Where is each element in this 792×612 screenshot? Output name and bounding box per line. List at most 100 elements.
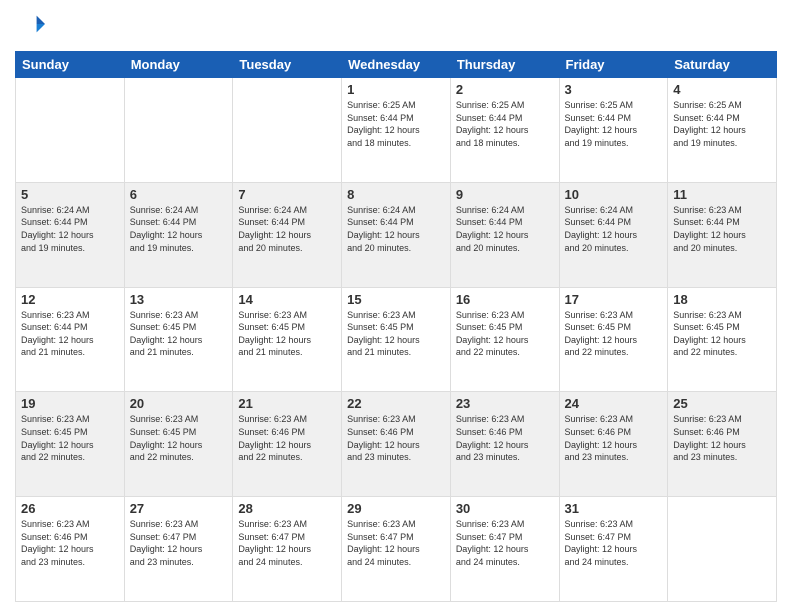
calendar-day-cell: 31 Sunrise: 6:23 AM Sunset: 6:47 PM Dayli…: [559, 497, 668, 602]
day-info: Sunrise: 6:25 AM Sunset: 6:44 PM Dayligh…: [456, 99, 554, 149]
calendar-day-cell: 30 Sunrise: 6:23 AM Sunset: 6:47 PM Dayli…: [450, 497, 559, 602]
day-info: Sunrise: 6:25 AM Sunset: 6:44 PM Dayligh…: [565, 99, 663, 149]
calendar-day-header: Friday: [559, 52, 668, 78]
day-info: Sunrise: 6:23 AM Sunset: 6:44 PM Dayligh…: [21, 309, 119, 359]
calendar-day-cell: 20Sunrise: 6:23 AM Sunset: 6:45 PM Dayli…: [124, 392, 233, 497]
day-number: 29: [347, 501, 445, 516]
calendar-day-cell: 3 Sunrise: 6:25 AM Sunset: 6:44 PM Daylig…: [559, 78, 668, 183]
day-number: 12: [21, 292, 119, 307]
calendar-day-cell: 18 Sunrise: 6:23 AM Sunset: 6:45 PM Dayli…: [668, 287, 777, 392]
day-number: 30: [456, 501, 554, 516]
day-number: 6: [130, 187, 228, 202]
calendar-week-row: 12 Sunrise: 6:23 AM Sunset: 6:44 PM Dayli…: [16, 287, 777, 392]
calendar-day-cell: [16, 78, 125, 183]
calendar-day-cell: 27 Sunrise: 6:23 AM Sunset: 6:47 PM Dayli…: [124, 497, 233, 602]
day-info: Sunrise: 6:23 AM Sunset: 6:45 PM Dayligh…: [130, 309, 228, 359]
logo: [15, 10, 45, 43]
calendar-day-cell: [233, 78, 342, 183]
calendar-day-cell: 26 Sunrise: 6:23 AM Sunset: 6:46 PM Dayli…: [16, 497, 125, 602]
day-info: Sunrise: 6:23 AM Sunset: 6:47 PM Dayligh…: [565, 518, 663, 568]
day-info: Sunrise: 6:25 AM Sunset: 6:44 PM Dayligh…: [347, 99, 445, 149]
calendar-day-cell: 9 Sunrise: 6:24 AM Sunset: 6:44 PM Daylig…: [450, 182, 559, 287]
day-number: 23: [456, 396, 554, 411]
calendar-week-row: 19 Sunrise: 6:23 AM Sunset: 6:45 PM Dayli…: [16, 392, 777, 497]
calendar-day-cell: 24 Sunrise: 6:23 AM Sunset: 6:46 PM Dayli…: [559, 392, 668, 497]
calendar-day-cell: 28Sunrise: 6:23 AM Sunset: 6:47 PM Dayli…: [233, 497, 342, 602]
day-number: 3: [565, 82, 663, 97]
day-info: Sunrise: 6:23 AM Sunset: 6:46 PM Dayligh…: [565, 413, 663, 463]
calendar-day-cell: 7 Sunrise: 6:24 AM Sunset: 6:44 PM Daylig…: [233, 182, 342, 287]
calendar-day-cell: [668, 497, 777, 602]
day-info: Sunrise: 6:23 AM Sunset: 6:45 PM Dayligh…: [456, 309, 554, 359]
calendar-week-row: 26 Sunrise: 6:23 AM Sunset: 6:46 PM Dayli…: [16, 497, 777, 602]
day-info: Sunrise: 6:23 AM Sunset: 6:45 PM Dayligh…: [673, 309, 771, 359]
calendar-day-header: Monday: [124, 52, 233, 78]
day-info: Sunrise: 6:24 AM Sunset: 6:44 PM Dayligh…: [21, 204, 119, 254]
calendar-day-cell: 19 Sunrise: 6:23 AM Sunset: 6:45 PM Dayli…: [16, 392, 125, 497]
page: SundayMondayTuesdayWednesdayThursdayFrid…: [0, 0, 792, 612]
day-number: 19: [21, 396, 119, 411]
day-info: Sunrise: 6:23 AM Sunset: 6:46 PM Dayligh…: [21, 518, 119, 568]
day-info: Sunrise: 6:23 AM Sunset: 6:46 PM Dayligh…: [456, 413, 554, 463]
day-number: 1: [347, 82, 445, 97]
day-info: Sunrise: 6:23 AM Sunset: 6:45 PM Dayligh…: [238, 309, 336, 359]
calendar-day-cell: 22 Sunrise: 6:23 AM Sunset: 6:46 PM Dayli…: [342, 392, 451, 497]
day-info: Sunrise: 6:24 AM Sunset: 6:44 PM Dayligh…: [456, 204, 554, 254]
day-info: Sunrise: 6:23 AM Sunset: 6:44 PM Dayligh…: [673, 204, 771, 254]
day-number: 8: [347, 187, 445, 202]
day-number: 21: [238, 396, 336, 411]
day-number: 17: [565, 292, 663, 307]
calendar-day-cell: 15Sunrise: 6:23 AM Sunset: 6:45 PM Dayli…: [342, 287, 451, 392]
day-number: 11: [673, 187, 771, 202]
calendar-week-row: 5Sunrise: 6:24 AM Sunset: 6:44 PM Daylig…: [16, 182, 777, 287]
calendar-day-cell: 6Sunrise: 6:24 AM Sunset: 6:44 PM Daylig…: [124, 182, 233, 287]
calendar-day-header: Tuesday: [233, 52, 342, 78]
day-number: 13: [130, 292, 228, 307]
calendar-day-header: Wednesday: [342, 52, 451, 78]
day-info: Sunrise: 6:25 AM Sunset: 6:44 PM Dayligh…: [673, 99, 771, 149]
day-info: Sunrise: 6:23 AM Sunset: 6:47 PM Dayligh…: [456, 518, 554, 568]
day-info: Sunrise: 6:23 AM Sunset: 6:46 PM Dayligh…: [673, 413, 771, 463]
day-number: 7: [238, 187, 336, 202]
day-number: 14: [238, 292, 336, 307]
day-number: 4: [673, 82, 771, 97]
calendar-day-header: Thursday: [450, 52, 559, 78]
day-number: 22: [347, 396, 445, 411]
calendar-day-cell: 13 Sunrise: 6:23 AM Sunset: 6:45 PM Dayli…: [124, 287, 233, 392]
day-number: 24: [565, 396, 663, 411]
day-number: 25: [673, 396, 771, 411]
calendar-day-cell: 12 Sunrise: 6:23 AM Sunset: 6:44 PM Dayli…: [16, 287, 125, 392]
day-number: 26: [21, 501, 119, 516]
day-info: Sunrise: 6:23 AM Sunset: 6:47 PM Dayligh…: [130, 518, 228, 568]
calendar-day-cell: 17 Sunrise: 6:23 AM Sunset: 6:45 PM Dayli…: [559, 287, 668, 392]
calendar-day-cell: 21Sunrise: 6:23 AM Sunset: 6:46 PM Dayli…: [233, 392, 342, 497]
day-info: Sunrise: 6:23 AM Sunset: 6:47 PM Dayligh…: [238, 518, 336, 568]
day-number: 10: [565, 187, 663, 202]
calendar-header-row: SundayMondayTuesdayWednesdayThursdayFrid…: [16, 52, 777, 78]
day-info: Sunrise: 6:23 AM Sunset: 6:45 PM Dayligh…: [21, 413, 119, 463]
day-number: 9: [456, 187, 554, 202]
calendar-day-cell: [124, 78, 233, 183]
calendar-day-cell: 23 Sunrise: 6:23 AM Sunset: 6:46 PM Dayli…: [450, 392, 559, 497]
calendar-day-cell: 8Sunrise: 6:24 AM Sunset: 6:44 PM Daylig…: [342, 182, 451, 287]
day-info: Sunrise: 6:23 AM Sunset: 6:45 PM Dayligh…: [347, 309, 445, 359]
calendar-day-cell: 16 Sunrise: 6:23 AM Sunset: 6:45 PM Dayli…: [450, 287, 559, 392]
day-info: Sunrise: 6:24 AM Sunset: 6:44 PM Dayligh…: [565, 204, 663, 254]
calendar-week-row: 1 Sunrise: 6:25 AM Sunset: 6:44 PM Daylig…: [16, 78, 777, 183]
header: [15, 10, 777, 43]
day-number: 18: [673, 292, 771, 307]
day-info: Sunrise: 6:23 AM Sunset: 6:45 PM Dayligh…: [565, 309, 663, 359]
day-number: 27: [130, 501, 228, 516]
day-number: 16: [456, 292, 554, 307]
calendar-day-cell: 11 Sunrise: 6:23 AM Sunset: 6:44 PM Dayli…: [668, 182, 777, 287]
calendar-day-cell: 25 Sunrise: 6:23 AM Sunset: 6:46 PM Dayli…: [668, 392, 777, 497]
day-info: Sunrise: 6:23 AM Sunset: 6:46 PM Dayligh…: [347, 413, 445, 463]
calendar-day-cell: 2Sunrise: 6:25 AM Sunset: 6:44 PM Daylig…: [450, 78, 559, 183]
calendar-day-cell: 14 Sunrise: 6:23 AM Sunset: 6:45 PM Dayli…: [233, 287, 342, 392]
day-number: 31: [565, 501, 663, 516]
calendar-day-header: Saturday: [668, 52, 777, 78]
logo-icon: [17, 10, 45, 38]
day-info: Sunrise: 6:23 AM Sunset: 6:47 PM Dayligh…: [347, 518, 445, 568]
day-number: 20: [130, 396, 228, 411]
day-info: Sunrise: 6:24 AM Sunset: 6:44 PM Dayligh…: [238, 204, 336, 254]
